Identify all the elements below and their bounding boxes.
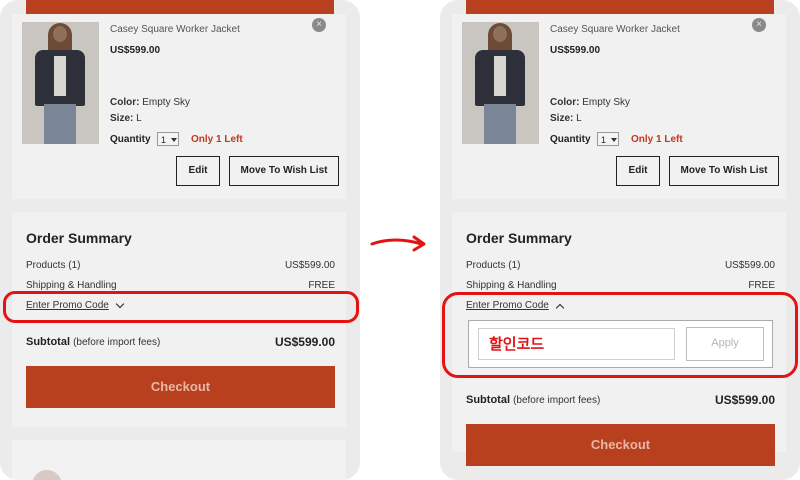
product-image[interactable] <box>462 22 539 144</box>
product-image[interactable] <box>22 22 99 144</box>
product-price: US$599.00 <box>110 45 161 56</box>
quantity-value: 1 <box>601 135 607 145</box>
products-value: US$599.00 <box>724 260 775 271</box>
subtotal-text: Subtotal <box>466 394 510 406</box>
subtotal-value: US$599.00 <box>714 393 775 407</box>
product-color: Color: Empty Sky <box>110 97 190 108</box>
products-label: Products (1) <box>26 260 81 271</box>
quantity-value: 1 <box>161 135 167 145</box>
size-value: L <box>576 113 582 124</box>
edit-button[interactable]: Edit <box>176 156 220 186</box>
shipping-value: FREE <box>748 280 775 291</box>
screen-after: × Casey Square Worker Jacket US$599.00 C… <box>440 0 800 480</box>
shipping-value: FREE <box>308 280 335 291</box>
stock-note: Only 1 Left <box>631 134 683 145</box>
top-action-bar[interactable] <box>466 0 774 14</box>
product-size: Size: L <box>110 113 142 124</box>
products-value: US$599.00 <box>284 260 335 271</box>
move-to-wishlist-button[interactable]: Move To Wish List <box>229 156 339 186</box>
remove-item-icon[interactable]: × <box>752 18 766 32</box>
order-summary-title: Order Summary <box>466 230 572 246</box>
subtotal-note: (before import fees) <box>73 337 161 348</box>
remove-item-icon[interactable]: × <box>312 18 326 32</box>
promo-highlight-left <box>3 291 359 323</box>
product-price: US$599.00 <box>550 45 601 56</box>
size-label: Size: <box>110 113 134 124</box>
shipping-label: Shipping & Handling <box>26 280 117 291</box>
subtotal-note: (before import fees) <box>513 395 601 406</box>
product-size: Size: L <box>550 113 582 124</box>
checkout-button[interactable]: Checkout <box>466 424 775 466</box>
product-color: Color: Empty Sky <box>550 97 630 108</box>
shipping-label: Shipping & Handling <box>466 280 557 291</box>
subtotal-label: Subtotal (before import fees) <box>466 394 600 406</box>
product-name[interactable]: Casey Square Worker Jacket <box>550 24 680 35</box>
order-summary-title: Order Summary <box>26 230 132 246</box>
checkout-button[interactable]: Checkout <box>26 366 335 408</box>
move-to-wishlist-button[interactable]: Move To Wish List <box>669 156 779 186</box>
chevron-down-icon <box>611 138 617 142</box>
arrow-right-icon <box>370 235 426 252</box>
size-label: Size: <box>550 113 574 124</box>
subtotal-text: Subtotal <box>26 336 70 348</box>
subtotal-label: Subtotal (before import fees) <box>26 336 160 348</box>
quantity-label: Quantity <box>550 134 591 145</box>
promo-highlight-right <box>442 292 798 378</box>
stock-note: Only 1 Left <box>191 134 243 145</box>
next-section-card <box>12 440 346 480</box>
screen-before: × Casey Square Worker Jacket US$599.00 C… <box>0 0 360 480</box>
size-value: L <box>136 113 142 124</box>
top-action-bar[interactable] <box>26 0 334 14</box>
quantity-label: Quantity <box>110 134 151 145</box>
color-label: Color: <box>550 97 580 108</box>
products-label: Products (1) <box>466 260 521 271</box>
edit-button[interactable]: Edit <box>616 156 660 186</box>
color-label: Color: <box>110 97 140 108</box>
chevron-down-icon <box>171 138 177 142</box>
subtotal-value: US$599.00 <box>274 335 335 349</box>
product-name[interactable]: Casey Square Worker Jacket <box>110 24 240 35</box>
color-value: Empty Sky <box>142 97 191 108</box>
color-value: Empty Sky <box>582 97 631 108</box>
